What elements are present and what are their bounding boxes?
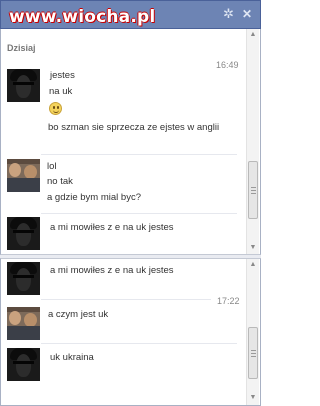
scroll-down-icon[interactable]: ▼ [247, 392, 259, 404]
avatar[interactable] [7, 69, 40, 102]
message-text: a mi mowiłes z e na uk jestes [50, 265, 174, 276]
gear-icon[interactable]: ✲ [222, 7, 235, 21]
avatar[interactable] [7, 217, 40, 250]
scroll-up-icon[interactable]: ▲ [247, 259, 259, 271]
message-text: no tak [47, 176, 73, 187]
scrollbar[interactable]: ▲ ▼ [246, 29, 259, 254]
avatar[interactable] [7, 348, 40, 381]
message-text: jestes [50, 70, 75, 81]
chat-history-bottom[interactable]: a mi mowiłes z e na uk jestes 17:22 a cz… [0, 258, 261, 406]
scroll-up-icon[interactable]: ▲ [247, 29, 259, 41]
scroll-thumb[interactable] [248, 161, 258, 219]
message-divider [41, 299, 211, 300]
message-text: a czym jest uk [48, 309, 109, 320]
scroll-down-icon[interactable]: ▼ [247, 242, 259, 254]
message-text: bo szman sie sprzecza ze ejstes w anglii [48, 122, 220, 133]
message-text: a mi mowiłes z e na uk jestes [50, 222, 174, 233]
timestamp: 16:49 [216, 60, 239, 70]
avatar[interactable] [7, 159, 40, 192]
close-icon[interactable]: ✕ [241, 7, 253, 21]
chat-history-top[interactable]: Dzisiaj 16:49 jestes na uk bo szman sie … [0, 29, 261, 255]
date-label: Dzisiaj [7, 43, 36, 53]
avatar[interactable] [7, 262, 40, 295]
message-divider [41, 154, 237, 155]
message-text: na uk [49, 86, 73, 97]
message-text: a gdzie bym mial byc? [47, 192, 141, 203]
message-divider [41, 213, 237, 214]
scrollbar[interactable]: ▲ ▼ [246, 259, 259, 405]
smiley-icon [49, 102, 62, 115]
watermark: www.wiocha.pl [9, 7, 156, 27]
scroll-thumb[interactable] [248, 327, 258, 379]
message-text: lol [47, 161, 57, 172]
avatar[interactable] [7, 307, 40, 340]
message-divider [41, 343, 237, 344]
chat-titlebar: www.wiocha.pl ✲ ✕ [0, 0, 261, 29]
timestamp: 17:22 [217, 296, 240, 306]
message-text: uk ukraina [50, 352, 94, 363]
